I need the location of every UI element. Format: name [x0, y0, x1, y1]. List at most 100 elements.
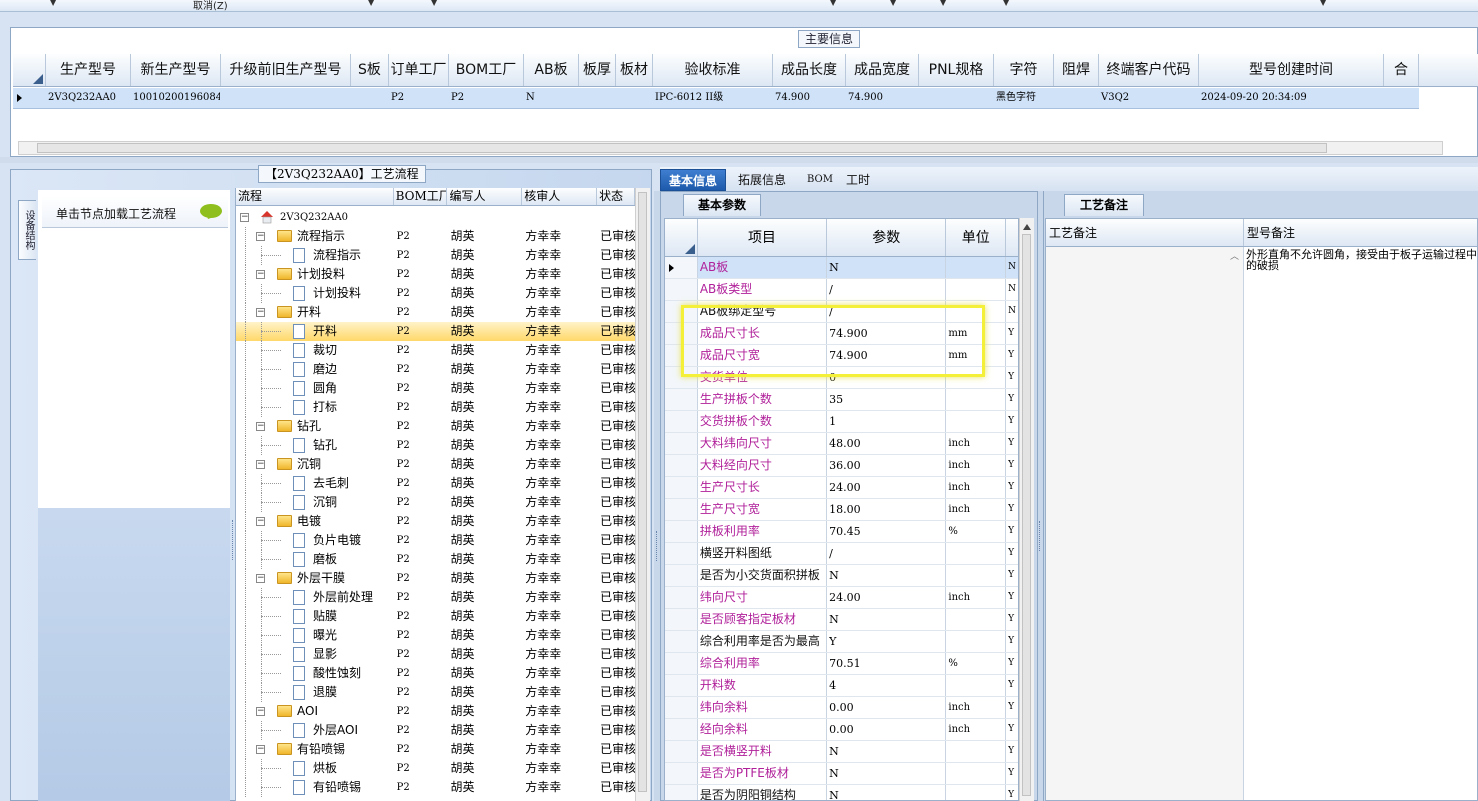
tree-node[interactable]: 烘板 — [236, 759, 394, 778]
param-value[interactable]: N — [827, 741, 947, 762]
param-value[interactable]: 4 — [827, 675, 947, 696]
tree-row[interactable]: 流程指示 P2 胡英 方幸幸 已审核 — [236, 246, 635, 265]
vertical-splitter-left[interactable] — [654, 191, 660, 801]
column-header-unit[interactable]: 单位 — [946, 219, 1007, 256]
cell[interactable] — [351, 88, 389, 108]
side-tab-equipment[interactable]: 设备结构 — [18, 200, 36, 260]
tree-row[interactable]: 显影 P2 胡英 方幸幸 已审核 — [236, 645, 635, 664]
param-row[interactable]: 开料数 4 Y — [665, 675, 1018, 697]
cell[interactable]: V3Q2 — [1099, 88, 1199, 108]
tree-node[interactable]: 开料 — [236, 322, 394, 341]
param-row[interactable]: 生产尺寸宽 18.00 inch Y — [665, 499, 1018, 521]
column-header[interactable]: 核审人 — [522, 188, 598, 205]
column-header-item[interactable]: 项目 — [698, 219, 828, 256]
column-header[interactable]: BOM工厂 — [394, 188, 448, 205]
column-header[interactable]: 状态 — [597, 188, 635, 205]
cell[interactable]: 74.900 — [846, 88, 919, 108]
cell[interactable]: P2 — [449, 88, 524, 108]
param-value[interactable]: / — [827, 543, 947, 564]
param-row[interactable]: 是否顾客指定板材 N Y — [665, 609, 1018, 631]
tree-node[interactable]: 贴膜 — [236, 607, 394, 626]
dropdown-arrow-icon[interactable]: ▼ — [1003, 0, 1009, 7]
param-value[interactable]: 70.45 — [827, 521, 947, 542]
tree-row[interactable]: 酸性蚀刻 P2 胡英 方幸幸 已审核 — [236, 664, 635, 683]
cell[interactable]: IPC-6012 II级 — [653, 88, 773, 108]
tab-extended-info[interactable]: 拓展信息 — [730, 169, 794, 191]
process-remark-cell[interactable]: ︿ — [1046, 247, 1244, 800]
param-value[interactable]: / — [827, 279, 947, 300]
param-value[interactable]: 0.00 — [827, 697, 947, 718]
tree-row[interactable]: 磨边 P2 胡英 方幸幸 已审核 — [236, 360, 635, 379]
main-info-row[interactable]: 2V3Q232AA0 10010200196084 P2 P2 N IPC-6012 II… — [13, 88, 1419, 109]
param-row[interactable]: 是否为小交货面积拼板 N Y — [665, 565, 1018, 587]
cell[interactable] — [579, 88, 616, 108]
tree-row[interactable]: 外层前处理 P2 胡英 方幸幸 已审核 — [236, 588, 635, 607]
param-value[interactable]: Y — [827, 631, 947, 652]
tree-node[interactable]: − 电镀 — [236, 512, 394, 531]
collapse-icon[interactable]: − — [256, 270, 265, 279]
tree-node[interactable]: 有铅喷锡 — [236, 778, 394, 797]
tree-node[interactable]: 磨板 — [236, 550, 394, 569]
column-header[interactable]: 成品宽度 — [846, 54, 919, 86]
param-row[interactable]: 纬向余料 0.00 inch Y — [665, 697, 1018, 719]
tree-row[interactable]: 钻孔 P2 胡英 方幸幸 已审核 — [236, 436, 635, 455]
load-flow-button[interactable]: 单击节点加载工艺流程 — [42, 196, 228, 228]
dropdown-arrow-icon[interactable]: ▼ — [50, 0, 56, 7]
param-value[interactable]: N — [827, 763, 947, 784]
column-header-model-remark[interactable]: 型号备注 — [1244, 219, 1477, 246]
column-header[interactable]: 编写人 — [447, 188, 523, 205]
column-header[interactable]: 板材 — [616, 54, 653, 86]
tree-row[interactable]: 计划投料 P2 胡英 方幸幸 已审核 — [236, 284, 635, 303]
collapse-icon[interactable]: − — [240, 213, 249, 222]
tree-row[interactable]: 开料 P2 胡英 方幸幸 已审核 — [236, 322, 635, 341]
tree-row[interactable]: 有铅喷锡 P2 胡英 方幸幸 已审核 — [236, 778, 635, 797]
column-header[interactable]: 成品长度 — [773, 54, 846, 86]
param-value[interactable]: N — [827, 257, 947, 278]
tree-node[interactable]: 曝光 — [236, 626, 394, 645]
tree-row[interactable]: − 有铅喷锡 P2 胡英 方幸幸 已审核 — [236, 740, 635, 759]
tree-node[interactable]: 负片电镀 — [236, 531, 394, 550]
param-row[interactable]: 大料纬向尺寸 48.00 inch Y — [665, 433, 1018, 455]
tree-node[interactable]: − 外层干膜 — [236, 569, 394, 588]
param-value[interactable]: 35 — [827, 389, 947, 410]
tab-bom[interactable]: BOM — [799, 169, 841, 191]
collapse-icon[interactable]: − — [256, 517, 265, 526]
tree-row[interactable]: 打标 P2 胡英 方幸幸 已审核 — [236, 398, 635, 417]
tree-node[interactable]: − 有铅喷锡 — [236, 740, 394, 759]
column-header[interactable]: S板 — [351, 54, 389, 86]
column-header[interactable]: 阻焊 — [1054, 54, 1099, 86]
cell[interactable] — [616, 88, 653, 108]
tree-node[interactable]: 去毛刺 — [236, 474, 394, 493]
column-header[interactable]: 终端客户代码 — [1099, 54, 1199, 86]
chevron-up-icon[interactable]: ︿ — [1230, 249, 1239, 262]
tree-row[interactable]: − 计划投料 P2 胡英 方幸幸 已审核 — [236, 265, 635, 284]
param-value[interactable]: 48.00 — [827, 433, 947, 454]
param-value[interactable]: 1 — [827, 411, 947, 432]
param-row[interactable]: 生产尺寸长 24.00 inch Y — [665, 477, 1018, 499]
tree-row[interactable]: − 流程指示 P2 胡英 方幸幸 已审核 — [236, 227, 635, 246]
tree-row[interactable]: 曝光 P2 胡英 方幸幸 已审核 — [236, 626, 635, 645]
column-header[interactable]: 板厚 — [579, 54, 616, 86]
dropdown-arrow-icon[interactable]: ▼ — [830, 0, 836, 7]
collapse-icon[interactable]: − — [256, 460, 265, 469]
tree-row[interactable]: 负片电镀 P2 胡英 方幸幸 已审核 — [236, 531, 635, 550]
cell[interactable] — [221, 88, 351, 108]
param-row[interactable]: 是否为阴阳铜结构 N Y — [665, 785, 1018, 800]
param-row[interactable]: 是否横竖开料 N Y — [665, 741, 1018, 763]
cell[interactable]: 黑色字符 — [994, 88, 1054, 108]
tree-row[interactable]: − 外层干膜 P2 胡英 方幸幸 已审核 — [236, 569, 635, 588]
vertical-splitter-right[interactable] — [1038, 191, 1043, 801]
tree-row[interactable]: − 电镀 P2 胡英 方幸幸 已审核 — [236, 512, 635, 531]
param-value[interactable]: 24.00 — [827, 477, 947, 498]
tree-node[interactable]: 外层前处理 — [236, 588, 394, 607]
tree-node[interactable]: 沉铜 — [236, 493, 394, 512]
tree-node[interactable]: 酸性蚀刻 — [236, 664, 394, 683]
dropdown-arrow-icon[interactable]: ▼ — [890, 0, 896, 7]
param-row[interactable]: 综合利用率 70.51% Y — [665, 653, 1018, 675]
param-row[interactable]: AB板类型 / N — [665, 279, 1018, 301]
column-header[interactable]: 流程 — [236, 188, 394, 205]
tree-row[interactable]: 圆角 P2 胡英 方幸幸 已审核 — [236, 379, 635, 398]
tree-row[interactable]: − 开料 P2 胡英 方幸幸 已审核 — [236, 303, 635, 322]
tree-node[interactable]: − 沉铜 — [236, 455, 394, 474]
param-row[interactable]: 纬向尺寸 24.00 inch Y — [665, 587, 1018, 609]
